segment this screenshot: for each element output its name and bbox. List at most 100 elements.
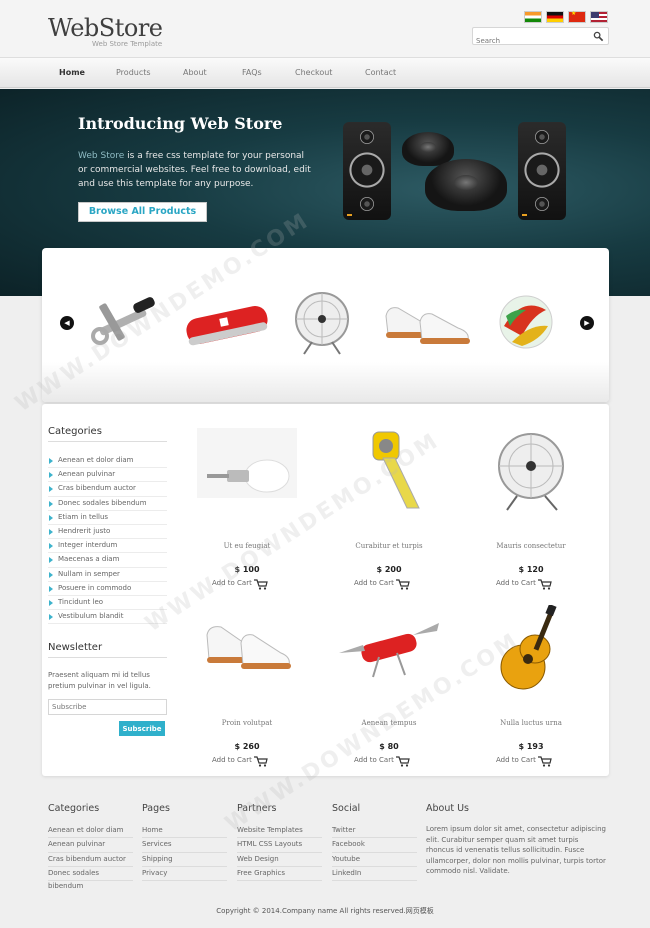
logo[interactable]: WebStore bbox=[48, 14, 163, 42]
footer-link[interactable]: Youtube bbox=[332, 853, 417, 867]
category-link[interactable]: Aenean pulvinar bbox=[48, 468, 167, 483]
footer-link[interactable]: Web Design bbox=[237, 853, 322, 867]
light-bulb-icon[interactable] bbox=[197, 428, 297, 523]
glass-marble-icon[interactable] bbox=[482, 286, 576, 358]
pocket-knife-icon[interactable] bbox=[180, 286, 274, 358]
white-shoes-icon[interactable] bbox=[197, 605, 297, 700]
product-card: Aenean tempus $ 80 Add to Cart bbox=[324, 605, 454, 775]
nav-checkout[interactable]: Checkout bbox=[295, 68, 332, 77]
carousel-prev-button[interactable]: ◀ bbox=[60, 316, 74, 330]
category-link[interactable]: Aenean et dolor diam bbox=[48, 454, 167, 469]
footer-link[interactable]: Facebook bbox=[332, 838, 417, 853]
product-price: $ 260 bbox=[234, 742, 260, 751]
speaker-left-icon bbox=[343, 122, 391, 220]
copyright: Copyright © 2014.Company name All rights… bbox=[216, 907, 434, 915]
pocket-knife-icon[interactable] bbox=[339, 605, 439, 700]
subwoofer-large-icon bbox=[425, 159, 507, 211]
newsletter-email-input[interactable] bbox=[48, 699, 167, 715]
add-to-cart-link[interactable]: Add to Cart bbox=[496, 756, 536, 764]
add-to-cart-link[interactable]: Add to Cart bbox=[212, 579, 252, 587]
footer-pages-title: Pages bbox=[142, 803, 170, 814]
search-icon[interactable] bbox=[593, 31, 604, 42]
footer-about: About Us Lorem ipsum dolor sit amet, con… bbox=[426, 803, 606, 877]
footer-link[interactable]: Aenean pulvinar bbox=[48, 838, 133, 853]
footer-partners-title: Partners bbox=[237, 803, 277, 814]
footer-social-title: Social bbox=[332, 803, 361, 814]
footer-link[interactable]: HTML CSS Layouts bbox=[237, 838, 322, 853]
header: WebStore Web Store Template bbox=[0, 0, 650, 57]
category-link[interactable]: Cras bibendum auctor bbox=[48, 482, 167, 497]
category-link[interactable]: Integer interdum bbox=[48, 539, 167, 554]
footer-link[interactable]: LinkedIn bbox=[332, 867, 417, 882]
india-flag-icon[interactable] bbox=[524, 11, 542, 23]
category-link[interactable]: Etiam in tellus bbox=[48, 511, 167, 525]
product-card: Ut eu feugiat $ 100 Add to Cart bbox=[182, 428, 312, 598]
nav-products[interactable]: Products bbox=[116, 68, 151, 77]
browse-products-button[interactable]: Browse All Products bbox=[78, 202, 207, 222]
footer-link[interactable]: Shipping bbox=[142, 853, 227, 867]
hero-title: Introducing Web Store bbox=[78, 114, 283, 133]
product-name[interactable]: Aenean tempus bbox=[324, 719, 454, 727]
usa-flag-icon[interactable] bbox=[590, 11, 608, 23]
footer-link[interactable]: Donec sodales bibendum bbox=[48, 867, 133, 890]
cart-icon[interactable] bbox=[538, 756, 552, 767]
category-link[interactable]: Nullam in semper bbox=[48, 568, 167, 582]
nav-faqs[interactable]: FAQs bbox=[242, 68, 262, 77]
white-shoes-icon[interactable] bbox=[382, 286, 476, 358]
product-name[interactable]: Proin volutpat bbox=[182, 719, 312, 727]
footer-link[interactable]: Aenean et dolor diam bbox=[48, 824, 133, 839]
product-name[interactable]: Nulla luctus urna bbox=[466, 719, 596, 727]
search-input[interactable] bbox=[473, 33, 583, 49]
category-link[interactable]: Tincidunt leo bbox=[48, 596, 167, 611]
china-flag-icon[interactable] bbox=[568, 10, 586, 23]
product-carousel: ◀ ▶ bbox=[42, 248, 609, 402]
category-link[interactable]: Donec sodales bibendum bbox=[48, 497, 167, 511]
divider bbox=[48, 657, 167, 658]
product-card: Nulla luctus urna $ 193 Add to Cart bbox=[466, 605, 596, 775]
language-flags bbox=[524, 10, 608, 23]
category-link[interactable]: Maecenas a diam bbox=[48, 553, 167, 568]
search-box bbox=[472, 27, 609, 49]
add-to-cart-link[interactable]: Add to Cart bbox=[212, 756, 252, 764]
product-card: Proin volutpat $ 260 Add to Cart bbox=[182, 605, 312, 775]
nav-about[interactable]: About bbox=[183, 68, 207, 77]
subscribe-button[interactable]: Subscribe bbox=[119, 721, 165, 736]
tagline: Web Store Template bbox=[92, 40, 163, 48]
tape-measure-icon[interactable] bbox=[339, 428, 439, 523]
carousel-next-button[interactable]: ▶ bbox=[580, 316, 594, 330]
footer-link[interactable]: Home bbox=[142, 824, 227, 839]
footer-link[interactable]: Services bbox=[142, 838, 227, 853]
product-price: $ 193 bbox=[518, 742, 544, 751]
add-to-cart-link[interactable]: Add to Cart bbox=[354, 579, 394, 587]
germany-flag-icon[interactable] bbox=[546, 11, 564, 23]
category-link[interactable]: Vestibulum blandit bbox=[48, 610, 167, 625]
footer-link[interactable]: Cras bibendum auctor bbox=[48, 853, 133, 867]
add-to-cart-link[interactable]: Add to Cart bbox=[496, 579, 536, 587]
hero-highlight[interactable]: Web Store bbox=[78, 151, 124, 161]
desk-fan-icon[interactable] bbox=[282, 286, 376, 358]
nav-contact[interactable]: Contact bbox=[365, 68, 396, 77]
add-to-cart-link[interactable]: Add to Cart bbox=[354, 756, 394, 764]
cart-icon[interactable] bbox=[538, 579, 552, 590]
product-price: $ 100 bbox=[234, 565, 260, 574]
acoustic-guitar-icon[interactable] bbox=[481, 605, 581, 700]
footer-link[interactable]: Twitter bbox=[332, 824, 417, 839]
footer-link[interactable]: Privacy bbox=[142, 867, 227, 882]
cart-icon[interactable] bbox=[254, 756, 268, 767]
nav-home[interactable]: Home bbox=[59, 68, 85, 77]
cart-icon[interactable] bbox=[396, 756, 410, 767]
footer-link[interactable]: Free Graphics bbox=[237, 867, 322, 882]
cart-icon[interactable] bbox=[396, 579, 410, 590]
desk-fan-icon[interactable] bbox=[481, 428, 581, 523]
product-name[interactable]: Curabitur et turpis bbox=[324, 542, 454, 550]
product-name[interactable]: Mauris consectetur bbox=[466, 542, 596, 550]
cart-icon[interactable] bbox=[254, 579, 268, 590]
category-link[interactable]: Hendrerit justo bbox=[48, 525, 167, 540]
footer-link[interactable]: Website Templates bbox=[237, 824, 322, 839]
product-card: Mauris consectetur $ 120 Add to Cart bbox=[466, 428, 596, 598]
product-name[interactable]: Ut eu feugiat bbox=[182, 542, 312, 550]
tools-icon[interactable] bbox=[78, 286, 172, 358]
divider bbox=[48, 441, 167, 442]
category-link[interactable]: Posuere in commodo bbox=[48, 582, 167, 596]
footer-social: Social Twitter Facebook Youtube LinkedIn bbox=[332, 803, 417, 882]
